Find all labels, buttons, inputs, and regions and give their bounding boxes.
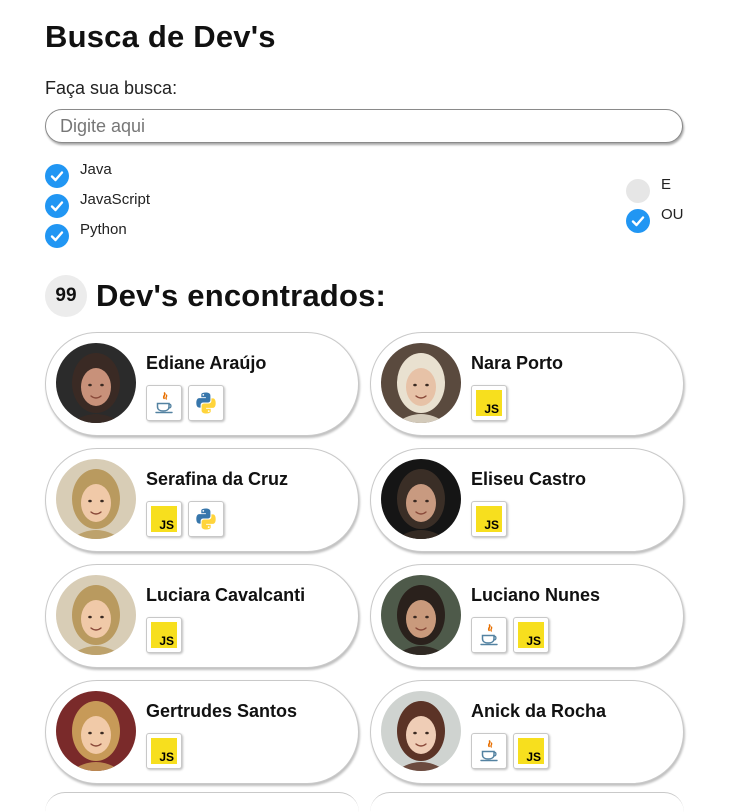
dev-card[interactable]: Gertrudes Santos JS <box>45 680 359 784</box>
dev-name: Ediane Araújo <box>146 353 267 373</box>
search-input[interactable] <box>45 109 683 143</box>
javascript-icon: JS <box>471 385 507 421</box>
svg-text:JS: JS <box>159 634 174 648</box>
results-header: 99 Dev's encontrados: <box>45 275 386 317</box>
svg-text:JS: JS <box>526 750 541 764</box>
skill-list: JS <box>146 617 188 653</box>
svg-text:JS: JS <box>526 634 541 648</box>
skill-list <box>146 385 230 421</box>
svg-text:JS: JS <box>159 518 174 532</box>
skill-list: JS <box>471 617 555 653</box>
avatar <box>381 691 461 771</box>
skill-list: JS <box>471 385 513 421</box>
svg-text:JS: JS <box>159 750 174 764</box>
dev-name: Serafina da Cruz <box>146 469 289 489</box>
dev-card[interactable]: Ediane Araújo <box>45 332 359 436</box>
dev-name: Luciano Nunes <box>471 585 601 605</box>
skill-list: JS <box>146 733 188 769</box>
dev-name: Gertrudes Santos <box>146 701 298 721</box>
filter-java-label: Java <box>80 160 112 178</box>
dev-card[interactable]: Anick da Rocha JS <box>370 680 684 784</box>
dev-card-partial <box>45 792 359 812</box>
dev-card[interactable]: Luciara Cavalcanti JS <box>45 564 359 668</box>
page-title: Busca de Dev's <box>45 19 276 54</box>
javascript-icon: JS <box>146 733 182 769</box>
avatar <box>56 575 136 655</box>
avatar <box>381 575 461 655</box>
check-icon[interactable] <box>45 164 69 188</box>
java-icon <box>471 617 507 653</box>
mode-and-label: E <box>661 175 672 193</box>
dev-card[interactable]: Luciano Nunes JS <box>370 564 684 668</box>
filter-javascript[interactable]: JavaScript <box>45 190 151 218</box>
svg-text:JS: JS <box>484 402 499 416</box>
javascript-icon: JS <box>513 617 549 653</box>
avatar <box>381 459 461 539</box>
check-icon[interactable] <box>45 194 69 218</box>
python-icon <box>188 385 224 421</box>
dev-card[interactable]: Serafina da Cruz JS <box>45 448 359 552</box>
avatar <box>381 343 461 423</box>
results-count-badge: 99 <box>45 275 87 317</box>
radio-icon[interactable] <box>626 179 650 203</box>
svg-text:JS: JS <box>484 518 499 532</box>
mode-and[interactable]: E <box>626 175 672 203</box>
avatar <box>56 343 136 423</box>
skill-list: JS <box>146 501 230 537</box>
dev-name: Eliseu Castro <box>471 469 587 489</box>
check-icon[interactable] <box>45 224 69 248</box>
skill-list: JS <box>471 733 555 769</box>
dev-name: Anick da Rocha <box>471 701 607 721</box>
dev-card[interactable]: Nara Porto JS <box>370 332 684 436</box>
mode-or[interactable]: OU <box>626 205 684 233</box>
filter-javascript-label: JavaScript <box>80 190 151 208</box>
skill-list: JS <box>471 501 513 537</box>
java-icon <box>146 385 182 421</box>
javascript-icon: JS <box>471 501 507 537</box>
dev-name: Luciara Cavalcanti <box>146 585 306 605</box>
avatar <box>56 691 136 771</box>
filter-python-label: Python <box>80 220 127 238</box>
javascript-icon: JS <box>146 617 182 653</box>
check-icon[interactable] <box>626 209 650 233</box>
python-icon <box>188 501 224 537</box>
filter-java[interactable]: Java <box>45 160 112 188</box>
dev-card-partial <box>370 792 684 812</box>
filter-python[interactable]: Python <box>45 220 127 248</box>
dev-name: Nara Porto <box>471 353 564 373</box>
search-label: Faça sua busca: <box>45 78 178 98</box>
java-icon <box>471 733 507 769</box>
results-title: Dev's encontrados: <box>96 278 387 313</box>
javascript-icon: JS <box>513 733 549 769</box>
avatar <box>56 459 136 539</box>
javascript-icon: JS <box>146 501 182 537</box>
mode-or-label: OU <box>661 205 684 223</box>
dev-card[interactable]: Eliseu Castro JS <box>370 448 684 552</box>
